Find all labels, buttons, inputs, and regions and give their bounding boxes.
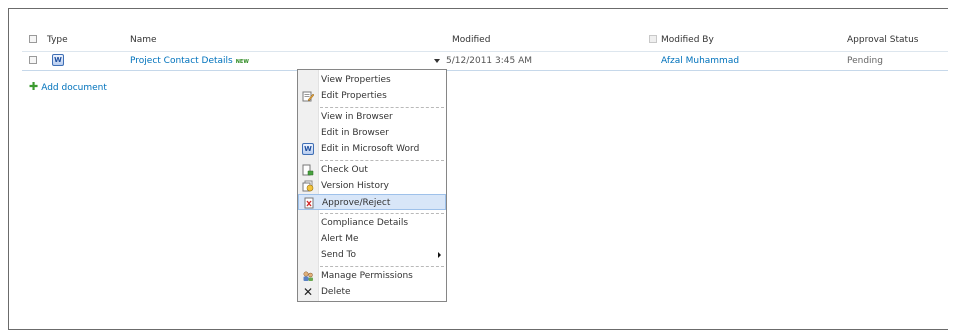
menu-item-label: View Properties (321, 75, 391, 85)
check-out-icon (302, 164, 314, 176)
column-header-name[interactable]: Name (130, 34, 157, 46)
menu-separator (320, 160, 444, 161)
menu-item-label: Compliance Details (321, 218, 409, 228)
document-name-cell: Project Contact Details NEW (130, 55, 249, 68)
new-badge: NEW (235, 59, 249, 65)
menu-item-label: Manage Permissions (321, 271, 413, 281)
modified-cell: 5/12/2011 3:45 AM (446, 56, 533, 66)
submenu-arrow-icon (438, 252, 441, 258)
delete-icon: ✕ (302, 285, 314, 299)
modified-by-checkbox (649, 35, 657, 43)
menu-item-view-properties[interactable]: View Properties (298, 72, 446, 88)
menu-separator (320, 107, 444, 108)
add-document-label: Add document (41, 83, 107, 93)
column-header-modified[interactable]: Modified (452, 34, 490, 46)
menu-item-delete[interactable]: ✕ Delete (298, 284, 446, 300)
menu-item-label: Edit Properties (321, 91, 387, 101)
menu-item-alert-me[interactable]: Alert Me (298, 231, 446, 247)
menu-item-compliance-details[interactable]: Compliance Details (298, 215, 446, 231)
menu-item-check-out[interactable]: Check Out (298, 162, 446, 178)
menu-item-edit-properties[interactable]: Edit Properties (298, 88, 446, 104)
modified-by-link[interactable]: Afzal Muhammad (661, 55, 739, 67)
edit-properties-icon (302, 90, 315, 102)
menu-item-edit-in-browser[interactable]: Edit in Browser (298, 125, 446, 141)
menu-item-label: Approve/Reject (322, 198, 391, 208)
menu-item-send-to[interactable]: Send To (298, 247, 446, 263)
menu-item-label: View in Browser (321, 112, 393, 122)
select-all-checkbox[interactable] (29, 35, 37, 43)
column-header-modified-by[interactable]: Modified By (661, 34, 714, 46)
row-select-checkbox[interactable] (29, 56, 37, 64)
word-icon: W (302, 143, 314, 155)
menu-item-label: Version History (321, 181, 389, 191)
add-document-link[interactable]: ✚ Add document (29, 81, 107, 94)
menu-item-label: Send To (321, 250, 357, 260)
approve-reject-icon (303, 197, 315, 209)
menu-item-label: Edit in Microsoft Word (321, 144, 420, 154)
item-menu-dropdown-icon[interactable] (434, 59, 440, 63)
menu-item-approve-reject[interactable]: Approve/Reject (298, 194, 446, 210)
manage-permissions-icon (302, 270, 314, 282)
menu-item-label: Alert Me (321, 234, 359, 244)
column-header-approval-status[interactable]: Approval Status (847, 34, 918, 46)
menu-item-edit-in-word[interactable]: W Edit in Microsoft Word (298, 141, 446, 157)
menu-item-label: Delete (321, 287, 351, 297)
menu-separator (320, 266, 444, 267)
menu-item-view-in-browser[interactable]: View in Browser (298, 109, 446, 125)
item-context-menu: View Properties Edit Properties View in … (297, 69, 447, 302)
menu-separator (320, 213, 444, 214)
menu-item-label: Edit in Browser (321, 128, 389, 138)
menu-item-label: Check Out (321, 165, 368, 175)
document-name-link[interactable]: Project Contact Details (130, 56, 233, 66)
menu-item-version-history[interactable]: Version History (298, 178, 446, 194)
menu-item-manage-permissions[interactable]: Manage Permissions (298, 268, 446, 284)
column-header-type[interactable]: Type (47, 34, 68, 46)
version-history-icon (302, 180, 314, 192)
word-document-icon: W (52, 54, 64, 66)
approval-status-cell: Pending (847, 56, 883, 66)
add-icon: ✚ (29, 80, 39, 93)
